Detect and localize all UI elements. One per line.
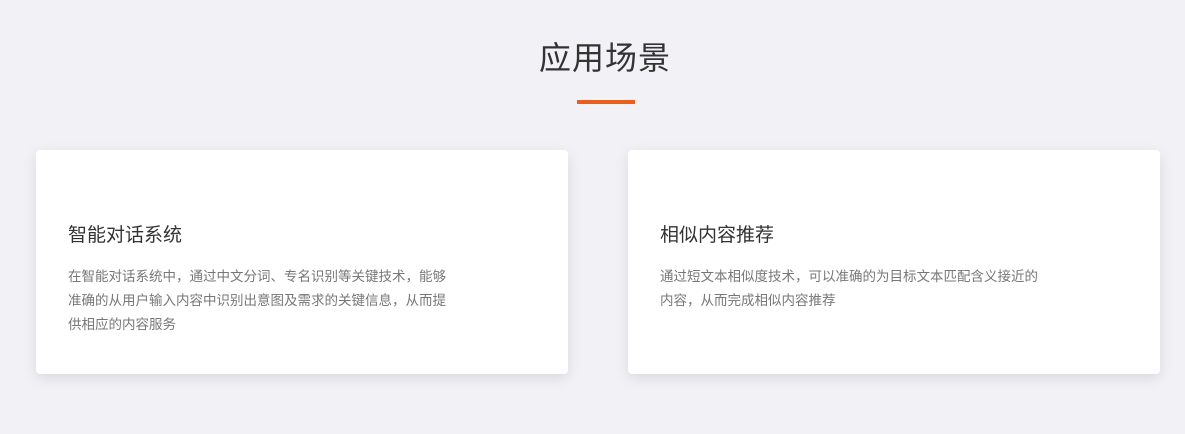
scenario-card-similar-content: 相似内容推荐 通过短文本相似度技术，可以准确的为目标文本匹配含义接近的 内容，从…	[628, 150, 1160, 374]
title-underline	[577, 100, 635, 104]
card-description-line: 内容，从而完成相似内容推荐	[660, 293, 836, 309]
card-title: 相似内容推荐	[660, 224, 775, 246]
card-description-line: 通过短文本相似度技术，可以准确的为目标文本匹配含义接近的	[660, 269, 1038, 285]
card-description: 在智能对话系统中，通过中文分词、专名识别等关键技术，能够 准确的从用户输入内容中…	[68, 265, 468, 337]
scenario-card-smart-dialogue: 智能对话系统 在智能对话系统中，通过中文分词、专名识别等关键技术，能够 准确的从…	[36, 150, 568, 374]
card-title: 智能对话系统	[68, 224, 183, 246]
card-description-line: 供相应的内容服务	[68, 317, 176, 333]
card-description-line: 准确的从用户输入内容中识别出意图及需求的关键信息，从而提	[68, 293, 446, 309]
card-description: 通过短文本相似度技术，可以准确的为目标文本匹配含义接近的 内容，从而完成相似内容…	[660, 265, 1060, 313]
card-description-line: 在智能对话系统中，通过中文分词、专名识别等关键技术，能够	[68, 269, 446, 285]
section-title: 应用场景	[538, 39, 671, 77]
